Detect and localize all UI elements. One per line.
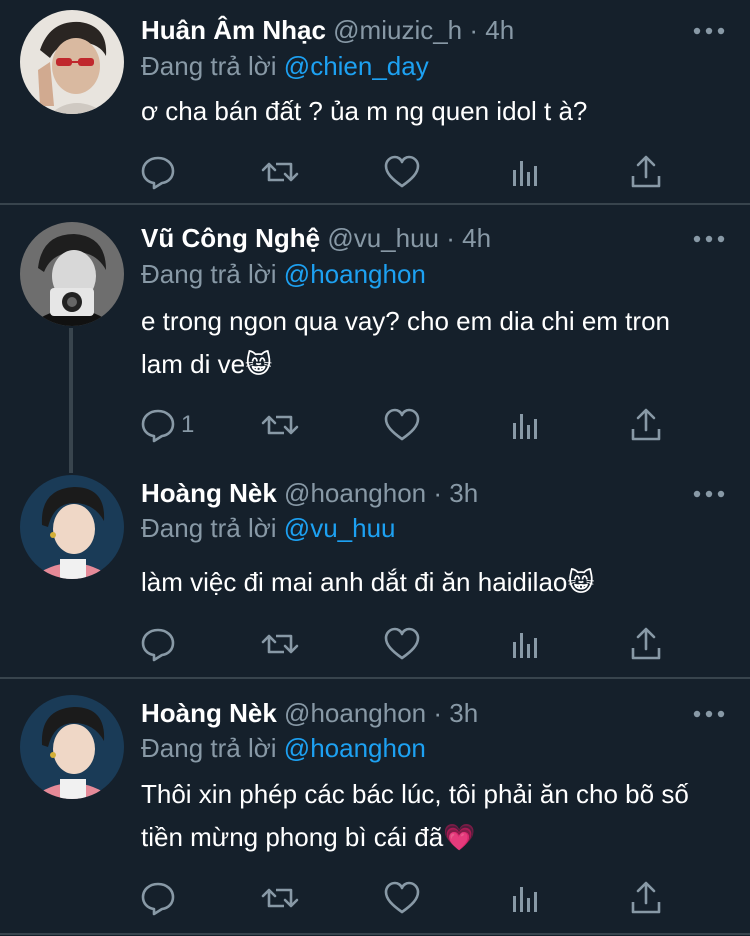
more-dots-icon[interactable] — [692, 487, 726, 501]
heart-icon[interactable] — [382, 878, 422, 918]
replying-to-line: Đang trả lời @chien_day — [141, 50, 429, 82]
avatar-hoang-nek[interactable] — [20, 475, 124, 579]
user-handle[interactable]: @vu_huu — [327, 223, 439, 253]
tweet-header: Huân Âm Nhạc @miuzic_h · 4h — [141, 14, 514, 46]
avatar-huan-am-nhac[interactable] — [20, 10, 124, 114]
reply-thread-feed: Huân Âm Nhạc @miuzic_h · 4h Đang trả lời… — [0, 0, 750, 936]
display-name[interactable]: Hoàng Nèk — [141, 698, 277, 728]
share-upload-icon[interactable] — [626, 878, 666, 918]
analytics-bars-icon[interactable] — [504, 152, 544, 192]
replying-to-handle[interactable]: @chien_day — [284, 51, 429, 81]
display-name[interactable]: Huân Âm Nhạc — [141, 15, 326, 45]
timestamp[interactable]: 3h — [449, 478, 478, 508]
replying-to-handle[interactable]: @vu_huu — [284, 513, 396, 543]
retweet-arrows-icon[interactable] — [260, 405, 300, 445]
more-dots-icon[interactable] — [692, 232, 726, 246]
replying-to-label: Đang trả lời — [141, 513, 277, 543]
separator-dot: · — [433, 698, 443, 728]
analytics-bars-icon[interactable] — [504, 878, 544, 918]
tweet-header: Vũ Công Nghệ @vu_huu · 4h — [141, 222, 491, 254]
replying-to-label: Đang trả lời — [141, 259, 277, 289]
replying-to-line: Đang trả lời @hoanghon — [141, 732, 426, 764]
reply-bubble-icon[interactable] — [138, 405, 178, 445]
user-handle[interactable]: @hoanghon — [284, 478, 426, 508]
share-upload-icon[interactable] — [626, 624, 666, 664]
tweet-4[interactable]: Hoàng Nèk @hoanghon · 3h Đang trả lời @h… — [0, 679, 750, 936]
retweet-arrows-icon[interactable] — [260, 878, 300, 918]
replying-to-line: Đang trả lời @hoanghon — [141, 258, 426, 290]
reply-bubble-icon[interactable] — [138, 624, 178, 664]
reply-count: 1 — [181, 411, 195, 438]
separator-dot: · — [433, 478, 443, 508]
more-dots-icon[interactable] — [692, 707, 726, 721]
separator-dot: · — [469, 15, 479, 45]
replying-to-handle[interactable]: @hoanghon — [284, 733, 426, 763]
replying-to-label: Đang trả lời — [141, 733, 277, 763]
tweet-1[interactable]: Huân Âm Nhạc @miuzic_h · 4h Đang trả lời… — [0, 0, 750, 204]
display-name[interactable]: Vũ Công Nghệ — [141, 223, 320, 253]
tweet-text: e trong ngon qua vay? cho em dia chi em … — [141, 306, 670, 379]
tweet-text: làm việc đi mai anh dắt đi ăn haidilao😸 — [141, 567, 595, 597]
more-dots-icon[interactable] — [692, 24, 726, 38]
heart-icon[interactable] — [382, 624, 422, 664]
timestamp[interactable]: 4h — [485, 15, 514, 45]
user-handle[interactable]: @miuzic_h — [333, 15, 462, 45]
heart-icon[interactable] — [382, 405, 422, 445]
analytics-bars-icon[interactable] — [504, 624, 544, 664]
share-upload-icon[interactable] — [626, 152, 666, 192]
tweet-divider — [0, 933, 750, 935]
reply-bubble-icon[interactable] — [138, 152, 178, 192]
separator-dot: · — [446, 223, 455, 253]
tweet-2[interactable]: Vũ Công Nghệ @vu_huu · 4h Đang trả lời @… — [0, 204, 750, 459]
tweet-text: ơ cha bán đất ? ủa m ng quen idol t à? — [141, 96, 588, 126]
tweet-header: Hoàng Nèk @hoanghon · 3h — [141, 697, 478, 729]
replying-to-handle[interactable]: @hoanghon — [284, 259, 426, 289]
replying-to-label: Đang trả lời — [141, 51, 277, 81]
analytics-bars-icon[interactable] — [504, 405, 544, 445]
tweet-header: Hoàng Nèk @hoanghon · 3h — [141, 477, 478, 509]
retweet-arrows-icon[interactable] — [260, 624, 300, 664]
heart-icon[interactable] — [382, 152, 422, 192]
avatar-vu-cong-nghe[interactable] — [20, 222, 124, 326]
user-handle[interactable]: @hoanghon — [284, 698, 426, 728]
avatar-hoang-nek[interactable] — [20, 695, 124, 799]
display-name[interactable]: Hoàng Nèk — [141, 478, 277, 508]
retweet-arrows-icon[interactable] — [260, 152, 300, 192]
share-upload-icon[interactable] — [626, 405, 666, 445]
tweet-3[interactable]: Hoàng Nèk @hoanghon · 3h Đang trả lời @v… — [0, 459, 750, 677]
reply-bubble-icon[interactable] — [138, 878, 178, 918]
timestamp[interactable]: 4h — [462, 223, 491, 253]
tweet-text: Thôi xin phép các bác lúc, tôi phải ăn c… — [141, 779, 689, 852]
timestamp[interactable]: 3h — [449, 698, 478, 728]
replying-to-line: Đang trả lời @vu_huu — [141, 512, 396, 544]
